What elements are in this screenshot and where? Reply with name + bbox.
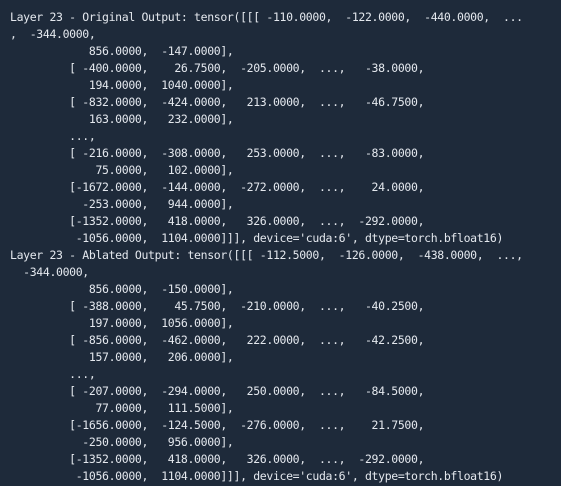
output-line: ..., xyxy=(10,129,96,143)
output-line: 856.0000, -150.0000], xyxy=(10,282,234,296)
output-line: [-1352.0000, 418.0000, 326.0000, ..., -2… xyxy=(10,214,425,228)
output-line: -1056.0000, 1104.0000]]], device='cuda:6… xyxy=(10,469,504,483)
output-line: 856.0000, -147.0000], xyxy=(10,44,234,58)
output-line: 163.0000, 232.0000], xyxy=(10,112,234,126)
output-line: ..., xyxy=(10,367,96,381)
output-line: [ -207.0000, -294.0000, 250.0000, ..., -… xyxy=(10,384,425,398)
output-line: Layer 23 - Original Output: tensor([[[ -… xyxy=(10,10,523,24)
output-line: -250.0000, 956.0000], xyxy=(10,435,234,449)
output-line: [ -216.0000, -308.0000, 253.0000, ..., -… xyxy=(10,146,425,160)
output-line: -344.0000, xyxy=(10,265,89,279)
output-line: 197.0000, 1056.0000], xyxy=(10,316,234,330)
output-line: -253.0000, 944.0000], xyxy=(10,197,234,211)
terminal-output[interactable]: Layer 23 - Original Output: tensor([[[ -… xyxy=(0,0,561,486)
output-line: [-1656.0000, -124.5000, -276.0000, ..., … xyxy=(10,418,425,432)
output-line: [-1672.0000, -144.0000, -272.0000, ..., … xyxy=(10,180,425,194)
output-line: 157.0000, 206.0000], xyxy=(10,350,234,364)
output-line: 77.0000, 111.5000], xyxy=(10,401,234,415)
output-line: [ -388.0000, 45.7500, -210.0000, ..., -4… xyxy=(10,299,425,313)
output-line: 75.0000, 102.0000], xyxy=(10,163,234,177)
output-line: 194.0000, 1040.0000], xyxy=(10,78,234,92)
output-line: [-1352.0000, 418.0000, 326.0000, ..., -2… xyxy=(10,452,425,466)
output-line: [ -400.0000, 26.7500, -205.0000, ..., -3… xyxy=(10,61,425,75)
output-line: , -344.0000, xyxy=(10,27,96,41)
output-line: [ -856.0000, -462.0000, 222.0000, ..., -… xyxy=(10,333,425,347)
output-line: [ -832.0000, -424.0000, 213.0000, ..., -… xyxy=(10,95,425,109)
output-line: Layer 23 - Ablated Output: tensor([[[ -1… xyxy=(10,248,523,262)
output-line: -1056.0000, 1104.0000]]], device='cuda:6… xyxy=(10,231,504,245)
